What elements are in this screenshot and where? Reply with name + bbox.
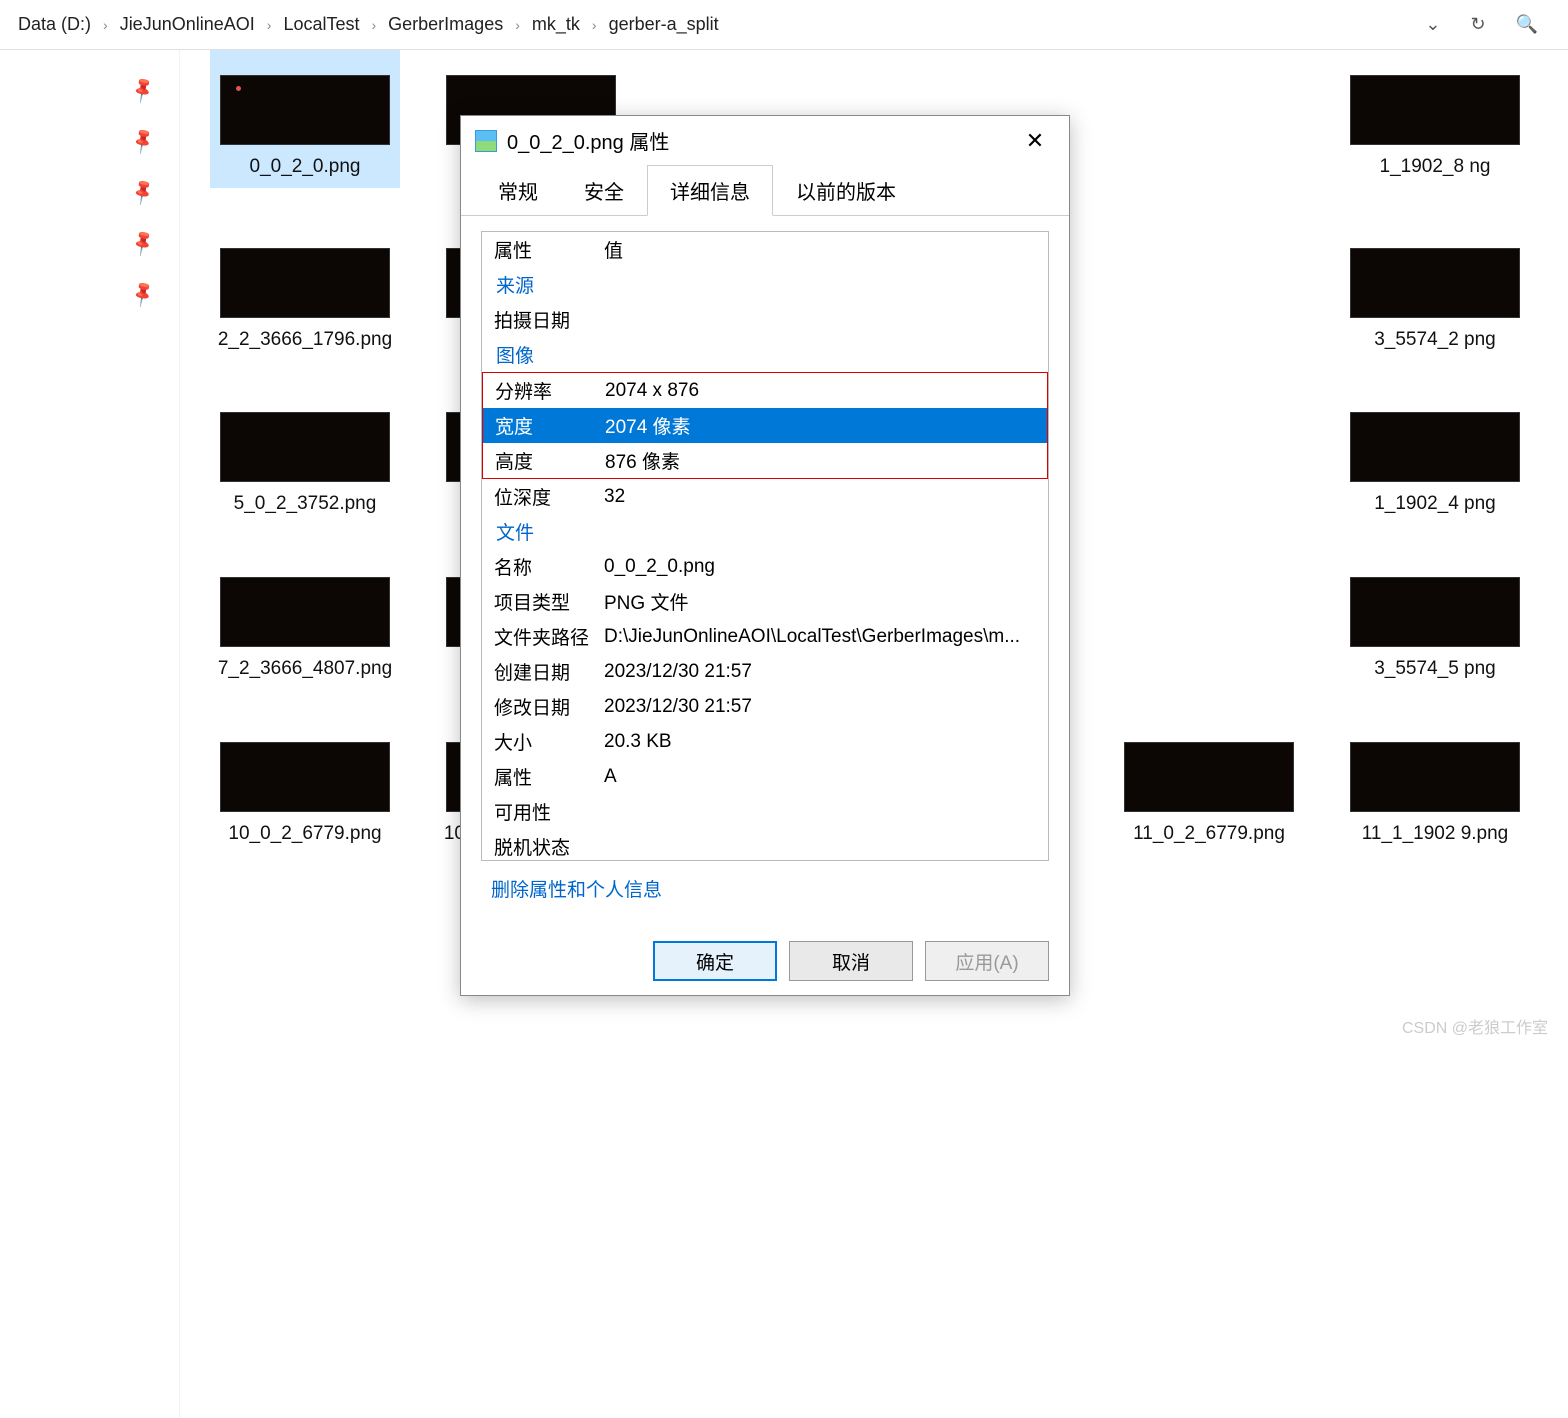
file-name: 1_1902_4 png [1374, 492, 1496, 517]
file-item[interactable]: 7_2_3666_4807.png [210, 577, 400, 682]
file-name: 5_0_2_3752.png [234, 492, 377, 517]
file-item[interactable] [1114, 412, 1304, 517]
file-item[interactable]: 11_0_2_6779.png [1114, 742, 1304, 871]
close-button[interactable]: ✕ [1015, 128, 1055, 154]
col-val: 值 [604, 236, 1036, 263]
address-bar: Data (D:)› JieJunOnlineAOI› LocalTest› G… [0, 0, 1568, 50]
apply-button[interactable]: 应用(A) [925, 941, 1049, 981]
file-item[interactable]: 10_0_2_6779.png [210, 742, 400, 871]
prop-label: 分辨率 [495, 377, 605, 404]
prop-value: 20.3 KB [604, 731, 1036, 753]
breadcrumb: Data (D:)› JieJunOnlineAOI› LocalTest› G… [10, 8, 1425, 41]
prop-value: D:\JieJunOnlineAOI\LocalTest\GerberImage… [604, 626, 1036, 648]
prop-label: 属性 [494, 763, 604, 790]
chevron-right-icon: › [515, 17, 520, 33]
crumb-1[interactable]: JieJunOnlineAOI [112, 8, 263, 41]
file-item[interactable]: 1_1902_4 png [1340, 412, 1530, 517]
file-name: 3_5574_5 png [1374, 657, 1496, 682]
file-item[interactable] [1114, 248, 1304, 353]
prop-label: 项目类型 [494, 588, 604, 615]
file-name: 2_2_3666_1796.png [218, 328, 392, 353]
tab-general[interactable]: 常规 [475, 165, 561, 216]
file-item[interactable]: 2_2_3666_1796.png [210, 248, 400, 353]
ok-button[interactable]: 确定 [653, 941, 777, 981]
file-name: 10_0_2_6779.png [228, 822, 381, 847]
prop-value: 2074 像素 [605, 412, 1035, 439]
file-item[interactable]: 11_1_1902 9.png [1340, 742, 1530, 871]
prop-label: 文件夹路径 [494, 623, 604, 650]
image-file-icon [475, 130, 497, 152]
prop-label: 脱机状态 [494, 833, 604, 860]
prop-value: 32 [604, 486, 1036, 508]
file-item[interactable]: 3_5574_5 png [1340, 577, 1530, 682]
tab-details[interactable]: 详细信息 [647, 165, 773, 216]
prop-label: 创建日期 [494, 658, 604, 685]
file-item[interactable]: 1_1902_8 ng [1340, 75, 1530, 188]
file-item[interactable]: 5_0_2_3752.png [210, 412, 400, 517]
col-attr: 属性 [494, 236, 604, 263]
watermark: CSDN @老狼工作室 [1402, 1014, 1548, 1038]
chevron-right-icon: › [592, 17, 597, 33]
prop-value: PNG 文件 [604, 588, 1036, 615]
prop-label: 可用性 [494, 798, 604, 825]
prop-value: A [604, 766, 1036, 788]
prop-label: 宽度 [495, 412, 605, 439]
dialog-titlebar: 0_0_2_0.png 属性 ✕ [461, 116, 1069, 165]
refresh-icon[interactable]: ↻ [1470, 14, 1485, 35]
dialog-title: 0_0_2_0.png 属性 [507, 126, 1005, 155]
properties-dialog: 0_0_2_0.png 属性 ✕ 常规 安全 详细信息 以前的版本 属性值 来源… [460, 115, 1070, 996]
chevron-right-icon: › [267, 17, 272, 33]
remove-properties-link[interactable]: 删除属性和个人信息 [481, 861, 672, 912]
prop-label: 大小 [494, 728, 604, 755]
tab-previous[interactable]: 以前的版本 [773, 165, 919, 216]
tab-security[interactable]: 安全 [561, 165, 647, 216]
crumb-0[interactable]: Data (D:) [10, 8, 99, 41]
file-name: 3_5574_2 png [1374, 328, 1496, 353]
file-name: 1_1902_8 ng [1380, 155, 1491, 180]
crumb-5[interactable]: gerber-a_split [601, 8, 727, 41]
file-name: 7_2_3666_4807.png [218, 657, 392, 682]
dialog-tabs: 常规 安全 详细信息 以前的版本 [461, 165, 1069, 216]
prop-label: 位深度 [494, 483, 604, 510]
crumb-2[interactable]: LocalTest [275, 8, 367, 41]
prop-label: 修改日期 [494, 693, 604, 720]
section-file: 文件 [482, 514, 1048, 549]
file-item[interactable] [1114, 577, 1304, 682]
section-source: 来源 [482, 267, 1048, 302]
cancel-button[interactable]: 取消 [789, 941, 913, 981]
file-name: 0_0_2_0.png [250, 155, 361, 180]
file-item[interactable]: 0_0_2_0.png [210, 50, 400, 188]
properties-list[interactable]: 属性值 来源 拍摄日期 图像 分辨率2074 x 876 宽度2074 像素 高… [481, 231, 1049, 861]
pin-icon[interactable]: 📌 [128, 228, 158, 258]
prop-value: 0_0_2_0.png [604, 556, 1036, 578]
pin-icon[interactable]: 📌 [128, 126, 158, 156]
prop-label: 拍摄日期 [494, 306, 604, 333]
pin-icon[interactable]: 📌 [128, 279, 158, 309]
selected-row[interactable]: 宽度2074 像素 [483, 408, 1047, 443]
file-item[interactable] [1114, 75, 1304, 188]
chevron-right-icon: › [371, 17, 376, 33]
crumb-3[interactable]: GerberImages [380, 8, 511, 41]
quick-access-pins: 📌 📌 📌 📌 📌 [0, 50, 180, 1418]
file-item[interactable]: 3_5574_2 png [1340, 248, 1530, 353]
crumb-4[interactable]: mk_tk [524, 8, 588, 41]
section-image: 图像 [482, 337, 1048, 372]
dropdown-icon[interactable]: ⌄ [1425, 14, 1440, 35]
chevron-right-icon: › [103, 17, 108, 33]
file-name: 11_0_2_6779.png [1133, 822, 1285, 847]
pin-icon[interactable]: 📌 [128, 177, 158, 207]
prop-value: 2074 x 876 [605, 380, 1035, 402]
prop-label: 名称 [494, 553, 604, 580]
file-name: 11_1_1902 9.png [1362, 822, 1509, 847]
prop-label: 高度 [495, 447, 605, 474]
prop-value: 2023/12/30 21:57 [604, 696, 1036, 718]
prop-value: 876 像素 [605, 447, 1035, 474]
search-icon[interactable]: 🔍 [1516, 14, 1538, 35]
prop-value: 2023/12/30 21:57 [604, 661, 1036, 683]
pin-icon[interactable]: 📌 [128, 75, 158, 105]
